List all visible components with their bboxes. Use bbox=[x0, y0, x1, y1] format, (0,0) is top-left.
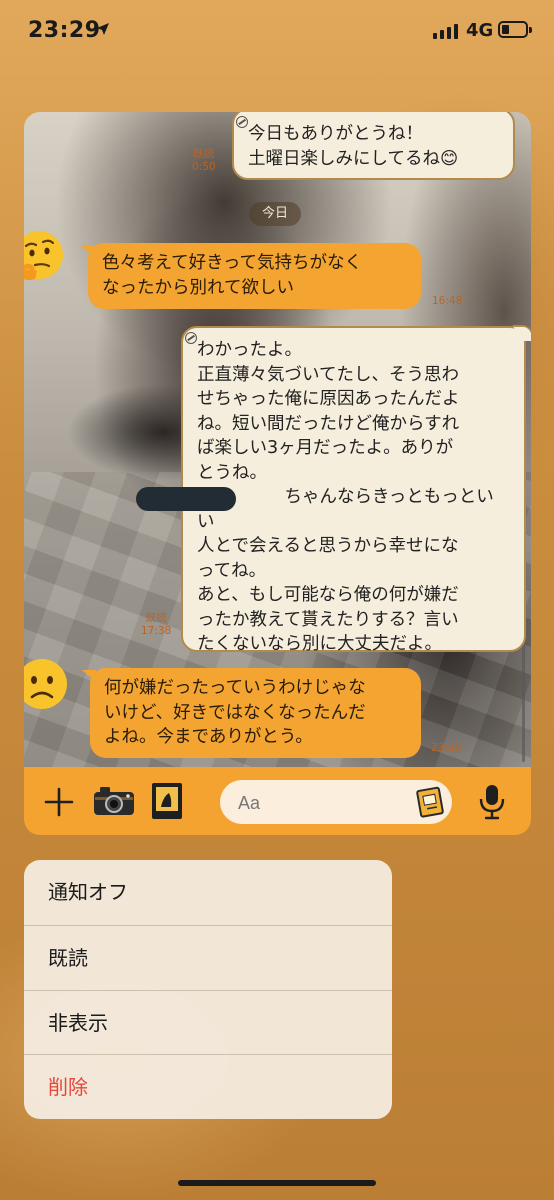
message-line: わかったよ。 bbox=[197, 340, 302, 360]
sticker-icon[interactable] bbox=[416, 786, 446, 818]
message-line: ね。短い間だったけど俺からすれ bbox=[197, 413, 460, 434]
message-line: ってね。 bbox=[197, 560, 267, 581]
pin-icon bbox=[236, 116, 248, 128]
signal-icon bbox=[433, 24, 458, 39]
message-line: 土曜日楽しみにしてるね😊 bbox=[248, 148, 459, 169]
message-line: よね。今までありがとう。 bbox=[104, 727, 313, 747]
message-bubble-sent[interactable]: 今日もありがとうね！ 土曜日楽しみにしてるね😊 bbox=[232, 112, 515, 180]
plus-icon[interactable] bbox=[43, 786, 75, 818]
read-receipt: 既読 0:50 bbox=[192, 148, 216, 173]
status-time: 23:29 bbox=[28, 18, 101, 43]
microphone-icon[interactable] bbox=[478, 783, 506, 821]
message-line: せちゃった俺に原因あったんだよ bbox=[197, 389, 460, 409]
pin-icon bbox=[185, 332, 197, 344]
message-bubble-received[interactable]: 色々考えて好きって気持ちがなく なったから別れて欲しい bbox=[80, 243, 421, 309]
message-line: 色々考えて好きって気持ちがなく bbox=[102, 253, 363, 273]
photo-album-icon[interactable] bbox=[149, 781, 185, 821]
menu-item-mark-read[interactable]: 既読 bbox=[24, 924, 392, 990]
menu-item-notifications-off[interactable]: 通知オフ bbox=[24, 860, 392, 925]
message-line: たくないなら別に大丈夫だよ。 bbox=[197, 634, 442, 654]
chat-preview-card[interactable]: 既読 0:50 今日もありがとうね！ 土曜日楽しみにしてるね😊 今日 色々考えて… bbox=[24, 112, 531, 835]
network-type: 4G bbox=[466, 20, 494, 41]
message-time: 23:29 bbox=[431, 742, 462, 754]
thinking-face-avatar[interactable] bbox=[24, 229, 67, 285]
message-text-box[interactable] bbox=[220, 780, 452, 824]
location-arrow-icon bbox=[97, 23, 109, 35]
message-bubble-received[interactable]: 何が嫌だったっていうわけじゃな いけど、好きではなくなったんだ よね。今まであり… bbox=[82, 668, 421, 758]
home-indicator[interactable] bbox=[178, 1180, 376, 1186]
message-input-bar bbox=[24, 767, 531, 835]
message-line: あと、もし可能なら俺の何が嫌だ bbox=[197, 585, 459, 605]
message-time: 16:48 bbox=[432, 295, 463, 307]
menu-item-hide[interactable]: 非表示 bbox=[24, 989, 392, 1055]
message-bubble-sent[interactable]: わかったよ。 正直薄々気づいてたし、そう思わ せちゃった俺に原因あったんだよ ね… bbox=[181, 325, 531, 654]
message-line: なったから別れて欲しい bbox=[102, 277, 294, 298]
battery-icon bbox=[498, 21, 532, 38]
redacted-name bbox=[136, 487, 236, 511]
message-line: ば楽しい3ヶ月だったよ。ありが bbox=[197, 438, 454, 458]
message-line: 正直薄々気づいてたし、そう思わ bbox=[197, 364, 459, 385]
message-line: 今日もありがとうね！ bbox=[248, 124, 423, 144]
camera-icon[interactable] bbox=[92, 785, 136, 817]
status-bar: 23:29 4G bbox=[0, 0, 554, 70]
message-line: 人とで会えると思うから幸せにな bbox=[197, 536, 459, 556]
menu-item-delete[interactable]: 削除 bbox=[24, 1054, 392, 1119]
message-input[interactable] bbox=[236, 788, 410, 818]
frowning-face-avatar[interactable] bbox=[24, 656, 70, 712]
message-line: ったか教えて貰えたりする？言い bbox=[197, 609, 459, 630]
message-line: 何が嫌だったっていうわけじゃな bbox=[104, 678, 366, 698]
message-line: いけど、好きではなくなったんだ bbox=[104, 702, 366, 723]
read-receipt: 既読 17:38 bbox=[141, 612, 172, 637]
context-menu: 通知オフ 既読 非表示 削除 bbox=[24, 860, 392, 1119]
message-line: ちゃんならきっともっといい bbox=[197, 487, 494, 532]
message-line: とうね。 bbox=[197, 462, 267, 483]
date-divider: 今日 bbox=[249, 202, 301, 226]
